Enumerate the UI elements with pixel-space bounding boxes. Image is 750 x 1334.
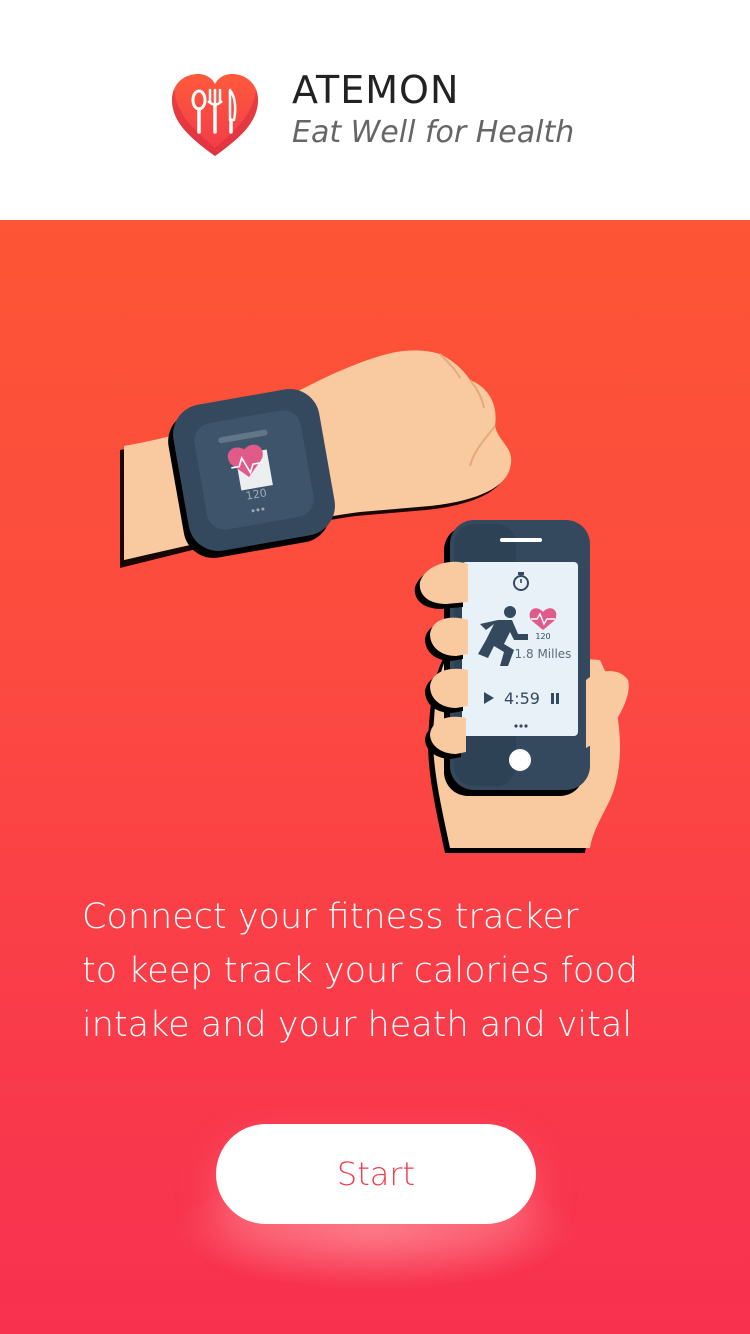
description-line: to keep track your calories food [82, 951, 638, 991]
heart-cutlery-icon [172, 74, 258, 156]
phone-heart-rate: 120 [535, 632, 550, 641]
description-line: intake and your heath and vital [82, 1005, 633, 1045]
hand-with-phone: 120 1.8 Milles 4:59 [414, 520, 629, 853]
onboarding-hero: 120 120 1.8 Milles 4:59 Connect your fit… [0, 220, 750, 1334]
smartwatch: 120 [168, 389, 335, 558]
app-header: ATEMON Eat Well for Health [0, 0, 750, 220]
pause-icon [551, 693, 554, 704]
fitness-tracker-illustration: 120 120 1.8 Milles 4:59 [120, 350, 629, 853]
app-title: ATEMON [292, 68, 460, 112]
description-line: Connect your fitness tracker [82, 897, 579, 937]
onboarding-description: Connect your fitness tracker to keep tra… [82, 890, 702, 1052]
phone-timer: 4:59 [504, 689, 540, 708]
phone-distance: 1.8 Milles [515, 647, 572, 661]
start-button[interactable]: Start [216, 1124, 536, 1224]
app-tagline: Eat Well for Health [292, 115, 575, 150]
